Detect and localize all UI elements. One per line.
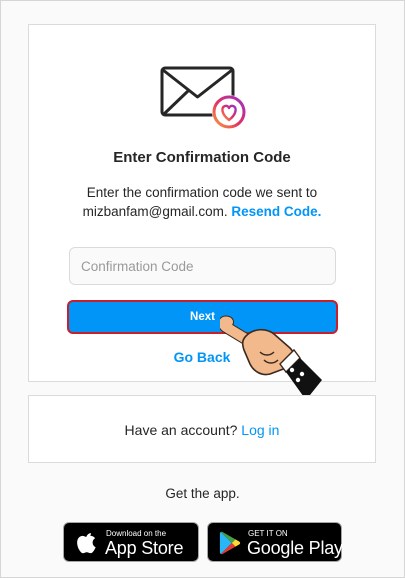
googleplay-small-label: GET IT ON xyxy=(248,529,288,538)
googleplay-big-label: Google Play xyxy=(247,538,343,558)
login-link[interactable]: Log in xyxy=(241,422,279,438)
appstore-big-label: App Store xyxy=(105,538,184,558)
appstore-small-label: Download on the xyxy=(106,529,167,538)
have-account-text: Have an account? xyxy=(124,422,238,438)
envelope-heart-icon xyxy=(160,66,246,129)
apple-icon xyxy=(77,533,96,554)
pointing-hand-icon xyxy=(220,315,322,400)
resend-code-link[interactable]: Resend Code. xyxy=(231,204,321,219)
google-play-icon xyxy=(219,531,241,555)
page-title: Enter Confirmation Code xyxy=(113,149,291,166)
google-play-badge[interactable]: GET IT ON Google Play xyxy=(207,522,343,562)
login-card: Have an account? Log in xyxy=(28,395,376,463)
app-store-badge[interactable]: Download on the App Store xyxy=(63,522,199,562)
confirmation-code-input[interactable] xyxy=(69,247,336,285)
confirmation-description: Enter the confirmation code we sent to m… xyxy=(39,183,365,221)
get-app-text: Get the app. xyxy=(165,486,240,501)
